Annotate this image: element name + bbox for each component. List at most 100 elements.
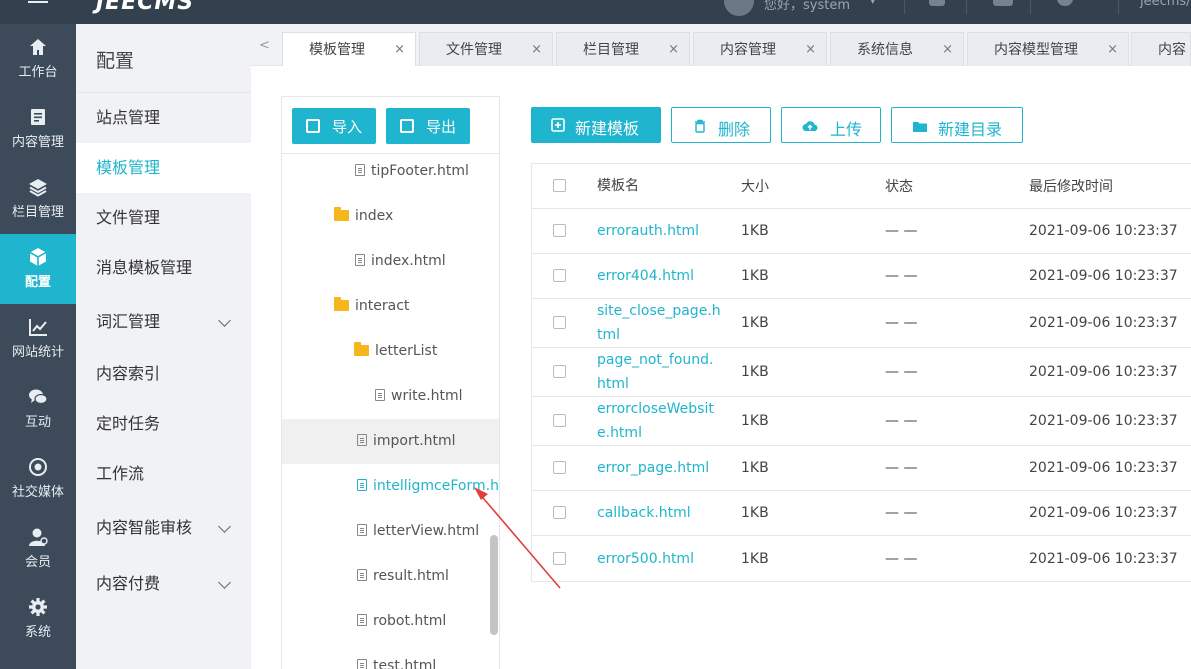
submenu-item-content-index[interactable]: 内容索引 <box>76 349 251 399</box>
tab-label: 栏目管理 <box>583 42 639 58</box>
tab-templates[interactable]: 模板管理 × <box>282 32 416 67</box>
new-template-button[interactable]: 新建模板 <box>531 107 661 143</box>
file-icon <box>357 614 367 626</box>
site-name[interactable]: jeecms/ <box>1140 0 1191 9</box>
user-greeting[interactable]: 您好，system <box>764 0 850 13</box>
submenu-item-smart-review[interactable]: 内容智能审核 <box>76 503 251 553</box>
tree-node-file[interactable]: index.html <box>282 239 499 284</box>
submenu-title: 配置 <box>96 50 135 72</box>
submenu-item-paid-content[interactable]: 内容付费 <box>76 559 251 609</box>
close-icon[interactable]: × <box>531 33 542 67</box>
delete-button[interactable]: 删除 <box>671 107 771 143</box>
bell-icon[interactable] <box>929 0 945 6</box>
tree-node-file[interactable]: write.html <box>282 374 499 419</box>
nav-item-content[interactable]: 内容管理 <box>0 94 76 164</box>
tab-channels[interactable]: 栏目管理 × <box>556 32 690 66</box>
nav-item-stats[interactable]: 网站统计 <box>0 304 76 374</box>
column-header-status[interactable]: 状态 <box>885 164 913 208</box>
submenu-item-site[interactable]: 站点管理 <box>76 93 251 143</box>
row-checkbox[interactable] <box>553 461 566 474</box>
template-status: — — <box>885 413 918 429</box>
menu-toggle-icon[interactable] <box>28 0 48 10</box>
template-name-link[interactable]: errorcloseWebsite.html <box>597 397 722 445</box>
row-checkbox[interactable] <box>553 365 566 378</box>
export-icon <box>400 119 414 133</box>
submenu-label: 内容智能审核 <box>96 518 193 537</box>
new-folder-button[interactable]: 新建目录 <box>891 107 1023 143</box>
template-table: 模板名 大小 状态 最后修改时间 errorauth.html 1KB — — … <box>531 163 1191 582</box>
submenu-item-workflow[interactable]: 工作流 <box>76 449 251 499</box>
nav-item-channels[interactable]: 栏目管理 <box>0 164 76 234</box>
tree-node-folder[interactable]: interact <box>282 284 499 329</box>
select-all-checkbox[interactable] <box>553 179 566 192</box>
tree-node-file[interactable]: tipFooter.html <box>282 149 499 194</box>
row-checkbox[interactable] <box>553 414 566 427</box>
template-name-link[interactable]: error500.html <box>597 536 722 581</box>
submenu-item-message-templates[interactable]: 消息模板管理 <box>76 243 251 293</box>
close-icon[interactable]: × <box>1107 33 1118 67</box>
cube-icon <box>29 248 47 266</box>
template-name-link[interactable]: error404.html <box>597 254 722 298</box>
tree-node-file[interactable]: import.html <box>282 419 499 464</box>
import-button[interactable]: 导入 <box>292 108 376 144</box>
tab-content-more[interactable]: 内容 <box>1131 32 1191 66</box>
template-modified: 2021-09-06 10:23:37 <box>1029 550 1178 567</box>
tree-node-file[interactable]: test.html <box>282 644 499 669</box>
button-label: 删除 <box>718 120 751 139</box>
export-button[interactable]: 导出 <box>386 108 470 144</box>
button-label: 上传 <box>830 120 863 139</box>
nav-item-interact[interactable]: 互动 <box>0 374 76 444</box>
close-icon[interactable]: × <box>942 33 953 67</box>
file-icon <box>357 479 367 491</box>
close-icon[interactable]: × <box>668 33 679 67</box>
close-icon[interactable]: × <box>394 33 405 67</box>
column-header-name[interactable]: 模板名 <box>597 164 722 208</box>
import-icon <box>306 119 320 133</box>
submenu-item-files[interactable]: 文件管理 <box>76 193 251 243</box>
nav-item-system[interactable]: 系统 <box>0 584 76 654</box>
close-icon[interactable]: × <box>805 33 816 67</box>
submenu-label: 内容索引 <box>96 364 161 383</box>
table-row: error500.html 1KB — — 2021-09-06 10:23:3… <box>532 536 1191 581</box>
tree-node-folder[interactable]: index <box>282 194 499 239</box>
tab-system-info[interactable]: 系统信息 × <box>830 32 964 66</box>
globe-icon[interactable] <box>1057 0 1073 6</box>
template-name-link[interactable]: error_page.html <box>597 446 722 490</box>
tab-bar: < 模板管理 × 文件管理 × 栏目管理 × 内容管理 × 系统信息 × 内容模型管理 × … <box>251 24 1191 67</box>
divider <box>1030 0 1031 14</box>
column-header-modified[interactable]: 最后修改时间 <box>1029 164 1113 208</box>
nav-item-social[interactable]: 社交媒体 <box>0 444 76 514</box>
avatar[interactable] <box>724 0 754 16</box>
submenu-item-templates[interactable]: 模板管理 <box>76 143 251 193</box>
column-header-size[interactable]: 大小 <box>741 164 769 208</box>
tab-scroll-left-icon[interactable]: < <box>259 38 270 53</box>
template-name-link[interactable]: callback.html <box>597 491 722 535</box>
nav-item-dashboard[interactable]: 工作台 <box>0 24 76 94</box>
tab-files[interactable]: 文件管理 × <box>419 32 553 66</box>
tab-content[interactable]: 内容管理 × <box>693 32 827 66</box>
monitor-icon[interactable] <box>993 0 1013 6</box>
template-name-link[interactable]: page_not_found.html <box>597 348 722 396</box>
template-name-link[interactable]: site_close_page.html <box>597 299 722 347</box>
submenu-item-scheduled-tasks[interactable]: 定时任务 <box>76 399 251 449</box>
tree-node-file[interactable]: robot.html <box>282 599 499 644</box>
row-checkbox[interactable] <box>553 224 566 237</box>
row-checkbox[interactable] <box>553 269 566 282</box>
upload-button[interactable]: 上传 <box>781 107 881 143</box>
template-size: 1KB <box>741 364 769 380</box>
nav-label: 工作台 <box>18 65 58 80</box>
tab-label: 内容管理 <box>720 42 776 58</box>
template-modified: 2021-09-06 10:23:37 <box>1029 505 1178 521</box>
button-label: 新建模板 <box>575 119 640 138</box>
chevron-down-icon[interactable]: ▾ <box>870 0 876 7</box>
template-name-link[interactable]: errorauth.html <box>597 209 722 253</box>
tab-content-model[interactable]: 内容模型管理 × <box>967 32 1129 66</box>
tab-label: 文件管理 <box>446 42 502 58</box>
nav-item-members[interactable]: 会员 <box>0 514 76 584</box>
row-checkbox[interactable] <box>553 316 566 329</box>
tree-node-folder[interactable]: letterList <box>282 329 499 374</box>
submenu-item-vocabulary[interactable]: 词汇管理 <box>76 297 251 347</box>
nav-item-config[interactable]: 配置 <box>0 234 76 304</box>
nav-label: 社交媒体 <box>11 485 64 500</box>
button-label: 新建目录 <box>938 120 1003 139</box>
